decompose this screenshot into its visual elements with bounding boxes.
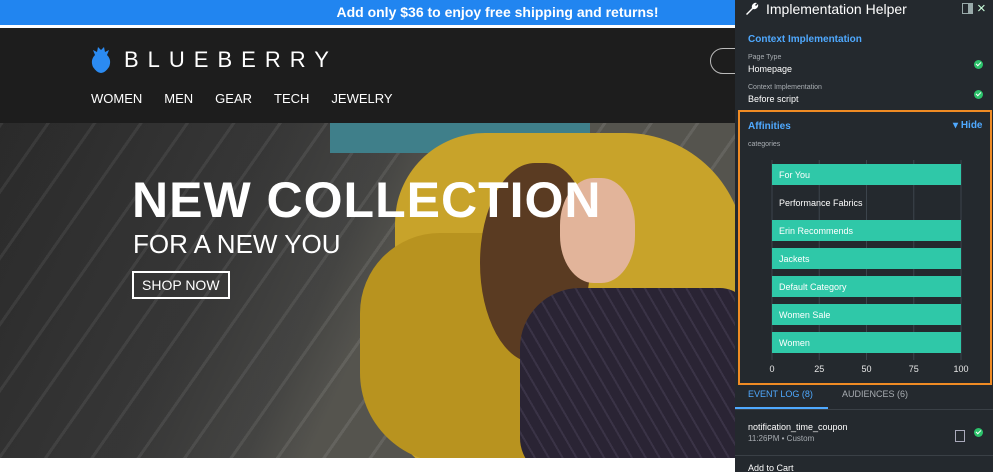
wrench-icon	[746, 2, 759, 15]
tab-audiences[interactable]: AUDIENCES (6)	[842, 389, 908, 399]
bar-label: Performance Fabrics	[779, 198, 863, 208]
x-tick-label: 0	[769, 364, 774, 374]
event-check-icon	[974, 428, 983, 437]
panel-title: Implementation Helper	[766, 1, 907, 17]
bar-label: Women Sale	[779, 310, 830, 320]
event-log-item[interactable]: notification_time_coupon 11:26PM • Custo…	[735, 412, 993, 454]
hero-model-dress-image	[520, 288, 735, 458]
search-field[interactable]	[710, 48, 735, 74]
nav-item-women[interactable]: WOMEN	[91, 91, 142, 106]
store-page: Add only $36 to enjoy free shipping and …	[0, 0, 735, 472]
close-icon[interactable]: ×	[977, 0, 986, 17]
caret-down-icon: ▾	[953, 120, 959, 131]
x-tick-label: 50	[861, 364, 871, 374]
nav-item-tech[interactable]: TECH	[274, 91, 309, 106]
bar-label: For You	[779, 170, 810, 180]
nav-item-men[interactable]: MEN	[164, 91, 193, 106]
event-meta: 11:26PM • Custom	[748, 434, 815, 443]
nav-item-gear[interactable]: GEAR	[215, 91, 252, 106]
hero-subtitle: FOR A NEW YOU	[133, 229, 341, 259]
page-type-check-icon	[974, 60, 983, 69]
x-tick-label: 75	[909, 364, 919, 374]
hide-toggle[interactable]: ▾ Hide	[953, 120, 982, 131]
site-header: BLUEBERRY WOMEN MEN GEAR TECH JEWELRY	[0, 28, 735, 123]
dock-side-icon[interactable]	[962, 3, 973, 14]
site-logo[interactable]: BLUEBERRY	[90, 46, 338, 74]
bar-label: Erin Recommends	[779, 226, 854, 236]
implementation-helper-panel: Implementation Helper × Context Implemen…	[735, 0, 993, 473]
x-tick-label: 25	[814, 364, 824, 374]
context-impl-check-icon	[974, 90, 983, 99]
affinities-title: Affinities	[748, 121, 791, 132]
context-impl-label: Context Implementation	[748, 84, 822, 91]
event-name: notification_time_coupon	[748, 422, 848, 432]
tab-event-log[interactable]: EVENT LOG (8)	[748, 389, 813, 399]
context-section-title: Context Implementation	[748, 34, 862, 45]
context-impl-value: Before script	[748, 94, 799, 104]
hero-banner: NEW COLLECTION FOR A NEW YOU SHOP NOW	[0, 123, 735, 458]
affinities-chart: 0 25 50 75 100 For You Performance Fabrics Erin…	[769, 160, 969, 374]
nav-item-jewelry[interactable]: JEWELRY	[331, 91, 392, 106]
event-divider	[735, 455, 993, 456]
promo-text: Add only $36 to enjoy free shipping and …	[336, 4, 659, 20]
shop-now-button[interactable]: SHOP NOW	[132, 271, 230, 299]
bar-label: Women	[779, 338, 810, 348]
page-type-label: Page Type	[748, 54, 782, 61]
main-nav: WOMEN MEN GEAR TECH JEWELRY	[91, 91, 415, 106]
x-tick-label: 100	[953, 364, 968, 374]
copy-icon[interactable]	[955, 430, 965, 442]
page-type-value: Homepage	[748, 64, 793, 74]
hide-label: Hide	[960, 120, 983, 131]
panel-tabs: EVENT LOG (8) AUDIENCES (6)	[735, 385, 993, 410]
panel-header: Implementation Helper ×	[735, 0, 993, 18]
hero-title: NEW COLLECTION	[132, 172, 602, 228]
blueberry-logo-icon	[91, 47, 111, 73]
logo-text: BLUEBERRY	[124, 47, 338, 72]
affinities-sublabel: categories	[748, 141, 781, 148]
active-tab-indicator	[735, 407, 828, 409]
promo-banner[interactable]: Add only $36 to enjoy free shipping and …	[0, 0, 735, 25]
bar-label: Jackets	[779, 254, 810, 264]
bar-label: Default Category	[779, 282, 847, 292]
